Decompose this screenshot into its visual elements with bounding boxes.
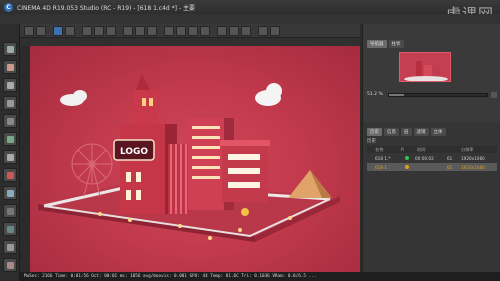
render-icon[interactable] xyxy=(53,25,63,36)
left-tool-palette xyxy=(0,24,20,281)
rendered-scene: LOGO xyxy=(38,74,340,242)
zoom-out-icon[interactable] xyxy=(200,25,210,36)
options-icon[interactable] xyxy=(270,25,280,36)
grid-tool[interactable] xyxy=(3,222,17,236)
cloud-right xyxy=(255,83,282,106)
zoom-slider[interactable] xyxy=(388,92,488,97)
history-table-header: 名称 R 时间 分辨率 xyxy=(367,146,497,153)
yellow-ball xyxy=(241,208,249,216)
save-icon[interactable] xyxy=(36,25,46,36)
region-icon[interactable] xyxy=(82,25,92,36)
history-row-resolution: 1920x1080 xyxy=(461,155,485,161)
model-mode-tool[interactable] xyxy=(3,60,17,74)
history-row-time: 00:00:02 xyxy=(415,155,434,161)
tab-histogram[interactable]: 柱状 xyxy=(388,40,404,48)
zoom-in-button[interactable] xyxy=(491,91,497,98)
logo-sign-text: LOGO xyxy=(120,147,148,157)
preview-icon[interactable] xyxy=(229,25,239,36)
tab-layers[interactable]: 层 xyxy=(401,128,412,136)
point-mode-tool[interactable] xyxy=(3,96,17,110)
tab-navigator[interactable]: 导航器 xyxy=(367,40,387,48)
edge-mode-tool[interactable] xyxy=(3,114,17,128)
history-row-frame: 61 xyxy=(447,164,453,170)
col-resolution[interactable]: 分辨率 xyxy=(461,147,474,153)
render-toolbar xyxy=(20,24,360,38)
history-tabs: 历史 信息 层 滤镜 立体 xyxy=(367,128,446,136)
cinema4d-app-icon: C xyxy=(4,2,13,12)
zoom-fit-icon[interactable] xyxy=(164,25,174,36)
stop-icon[interactable] xyxy=(65,25,75,36)
pyramid-tent xyxy=(288,170,332,198)
col-r[interactable]: R xyxy=(401,147,404,152)
texture-mode-tool[interactable] xyxy=(3,78,17,92)
history-row-name: 618 1.* xyxy=(375,155,391,161)
zoom-value[interactable]: 51.2 % xyxy=(367,92,385,97)
render-status-icon xyxy=(405,156,409,160)
history-row-frame: 61 xyxy=(447,155,453,161)
polygon-mode-tool[interactable] xyxy=(3,132,17,146)
history-label: 历史 xyxy=(367,139,376,144)
history-row[interactable]: 618 1 61 1920x1080 xyxy=(367,163,497,171)
navigator-tabs: 导航器 柱状 xyxy=(367,40,404,48)
layer-icon[interactable] xyxy=(135,25,145,36)
display-icon[interactable] xyxy=(217,25,227,36)
picture-viewer-panel: 导航器 柱状 51.2 % 历史 信息 层 滤镜 立体 历史 名称 R 时间 分… xyxy=(362,24,500,272)
zoom-row: 51.2 % xyxy=(367,90,497,99)
logo-sign: LOGO xyxy=(113,139,155,161)
history-row-resolution: 1920x1080 xyxy=(461,164,485,170)
render-viewport[interactable]: LOGO xyxy=(30,46,360,272)
cloud-left xyxy=(60,90,87,106)
file-icon[interactable] xyxy=(24,25,34,36)
tab-stereo[interactable]: 立体 xyxy=(430,128,446,136)
col-time[interactable]: 时间 xyxy=(417,147,425,153)
filter-icon[interactable] xyxy=(147,25,157,36)
info-icon[interactable] xyxy=(241,25,251,36)
tab-filter[interactable]: 滤镜 xyxy=(413,128,429,136)
viewport-subbar xyxy=(20,38,360,46)
make-editable-tool[interactable] xyxy=(3,42,17,56)
title-bar: C CINEMA 4D R19.053 Studio (RC - R19) - … xyxy=(0,0,500,14)
round-building xyxy=(220,140,270,202)
axis-tool[interactable] xyxy=(3,150,17,164)
magnet-tool[interactable] xyxy=(3,168,17,182)
zoom-in-icon[interactable] xyxy=(188,25,198,36)
tab-history[interactable]: 历史 xyxy=(367,128,382,136)
compare-icon[interactable] xyxy=(94,25,104,36)
lock-tool[interactable] xyxy=(3,240,17,254)
window-title: CINEMA 4D R19.053 Studio (RC - R19) - [6… xyxy=(17,4,195,12)
lut-icon[interactable] xyxy=(258,25,268,36)
ab-icon[interactable] xyxy=(106,25,116,36)
snap-tool[interactable] xyxy=(3,186,17,200)
col-name[interactable]: 名称 xyxy=(375,147,383,153)
history-row[interactable]: 618 1.* 00:00:02 61 1920x1080 xyxy=(367,154,497,162)
settings-tool[interactable] xyxy=(3,258,17,272)
workplane-tool[interactable] xyxy=(3,204,17,218)
status-bar: MuSec: 2166 Time: 0:01:56 Oct: 00:01 ms:… xyxy=(20,272,500,281)
menu-bar xyxy=(0,14,500,24)
channel-icon[interactable] xyxy=(123,25,133,36)
zoom-100-icon[interactable] xyxy=(176,25,186,36)
history-row-name: 618 1 xyxy=(375,164,387,170)
history-section: 历史 信息 层 滤镜 立体 历史 名称 R 时间 分辨率 618 1.* 00:… xyxy=(363,122,500,272)
render-status-icon xyxy=(405,165,409,169)
navigator-thumbnail[interactable] xyxy=(399,52,451,82)
tab-info[interactable]: 信息 xyxy=(384,128,399,136)
